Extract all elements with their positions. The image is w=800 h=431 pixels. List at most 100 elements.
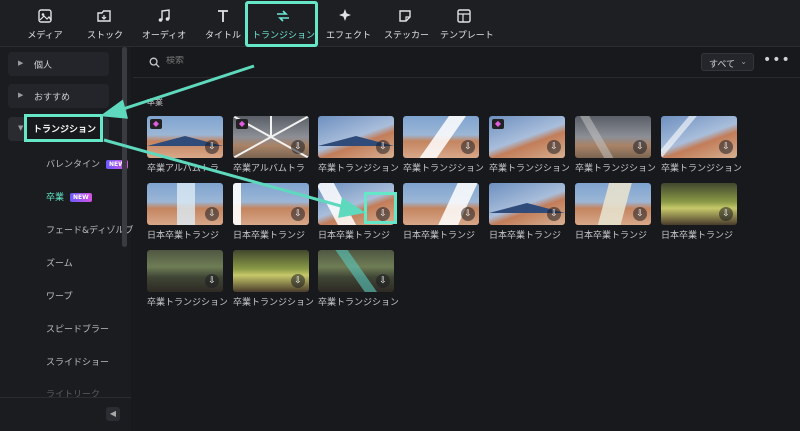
filter-dropdown[interactable]: すべて ⌄ [701,53,754,71]
transition-item[interactable]: ⇩ 卒業トランジション [318,116,398,174]
sidebar-item-label: ズーム [46,259,73,269]
sidebar-item-label: バレンタイン [46,160,101,170]
transition-item[interactable]: ⇩ 日本卒業トランジ [403,183,479,241]
download-icon[interactable]: ⇩ [376,274,390,288]
tab-label: オーディオ [141,31,187,41]
chevron-left-icon: ◀ [109,409,117,418]
thumbnail: ⇩ [575,116,651,158]
tab-sticker[interactable]: ステッカー [384,0,429,47]
thumbnail: ⇩ [318,250,394,292]
tab-title[interactable]: タイトル [204,0,242,47]
sidebar-item-slideshow[interactable]: スライドショー [46,355,109,368]
sidebar-section-label: トランジション [33,125,97,135]
tab-media[interactable]: メディア [27,0,63,47]
sidebar-section-recommended[interactable]: ▶ おすすめ [8,84,109,108]
media-icon [38,9,52,23]
download-icon[interactable]: ⇩ [291,274,305,288]
download-icon[interactable]: ⇩ [461,207,475,221]
sidebar-item-zoom[interactable]: ズーム [46,256,73,269]
item-caption: 日本卒業トランジ [403,231,476,241]
thumbnail: ⇩ [147,183,223,225]
item-caption: 日本卒業トランジ [575,231,648,241]
transition-item[interactable]: ⇩ 日本卒業トランジ [489,183,565,241]
transition-item[interactable]: ◆ ⇩ 卒業トランジション [489,116,569,174]
transition-item[interactable]: ⇩ 日本卒業トランジ [147,183,223,241]
thumb-art [318,183,362,225]
sidebar-item-label: ワープ [46,292,73,302]
thumbnail: ◆ ⇩ [489,116,565,158]
more-options-button[interactable]: ••• [763,52,791,68]
search-icon [149,57,160,68]
sidebar-item-label: 卒業 [46,193,65,203]
transition-item[interactable]: ⇩ 日本卒業トランジ [575,183,651,241]
transition-item[interactable]: ◆ ⇩ 卒業アルバムトラ [147,116,223,174]
sidebar-item-graduation[interactable]: 卒業 NEW [46,190,92,203]
thumbnail: ⇩ [147,250,223,292]
sidebar-item-label: ライトリーク [46,390,101,400]
top-toolbar: メディア ストック オーディオ タイトル トランジション エフェクト ステッカー… [0,0,800,47]
tab-label: テンプレート [440,31,494,41]
transition-item[interactable]: ⇩ 日本卒業トランジ [661,183,737,241]
download-icon[interactable]: ⇩ [291,207,305,221]
download-icon[interactable]: ⇩ [547,140,561,154]
chevron-right-icon: ▶ [18,59,24,67]
chevron-down-icon: ⌄ [740,57,747,66]
transition-item[interactable]: ⇩ 卒業トランジション [233,250,313,308]
thumb-art [595,183,633,225]
transition-item[interactable]: ⇩ 卒業トランジション [575,116,655,174]
tab-template[interactable]: テンプレート [440,0,494,47]
transition-item[interactable]: ⇩ 卒業トランジション [318,250,398,308]
tab-stock[interactable]: ストック [87,0,123,47]
thumbnail: ⇩ [403,116,479,158]
thumb-art [661,116,697,158]
new-badge: NEW [70,193,92,202]
download-icon[interactable]: ⇩ [719,207,733,221]
category-sidebar: ▶ 個人 ▶ おすすめ ▼ バレンタイン NEW 卒業 NEW フェード&ディゾルブ… [0,47,133,431]
tab-effect[interactable]: エフェクト [326,0,371,47]
item-caption: 卒業トランジション [318,298,398,308]
transition-item[interactable]: ⇩ 卒業トランジション [403,116,483,174]
transition-item[interactable]: ◆ ⇩ 卒業アルバムトラ [233,116,309,174]
item-caption: 日本卒業トランジ [318,231,391,241]
download-icon[interactable]: ⇩ [376,140,390,154]
sidebar-item-warp[interactable]: ワープ [46,289,72,302]
download-icon[interactable]: ⇩ [461,140,475,154]
sidebar-item-valentine[interactable]: バレンタイン NEW [46,157,128,170]
thumbnail: ⇩ [575,183,651,225]
stock-icon [97,10,111,22]
divider [0,397,131,398]
sidebar-item-speed-blur[interactable]: スピードブラー [46,322,109,335]
search-input[interactable] [166,56,366,66]
thumbnail: ◆ ⇩ [233,116,309,158]
transition-item[interactable]: ⇩ 卒業トランジション [147,250,227,308]
transition-item[interactable]: ⇩ 日本卒業トランジ [233,183,309,241]
tab-audio[interactable]: オーディオ [141,0,187,47]
item-caption: 卒業トランジション [318,164,398,174]
template-icon [457,9,471,23]
download-icon[interactable]: ⇩ [205,274,219,288]
download-icon[interactable]: ⇩ [205,140,219,154]
tab-label: タイトル [204,31,241,41]
sidebar-section-label: おすすめ [34,93,71,103]
thumb-art [334,250,384,292]
item-caption: 日本卒業トランジ [233,231,306,241]
download-icon[interactable]: ⇩ [719,140,733,154]
transition-item[interactable]: ⇩ 卒業トランジション [661,116,741,174]
download-icon[interactable]: ⇩ [547,207,561,221]
sidebar-item-fade-dissolve[interactable]: フェード&ディゾルブ [46,223,133,236]
thumbnail: ⇩ [489,183,565,225]
item-caption: 日本卒業トランジ [661,231,734,241]
sidebar-item-light-leak[interactable]: ライトリーク [46,387,100,400]
title-icon [218,10,228,22]
sidebar-item-label: スライドショー [46,358,110,368]
item-caption: 卒業アルバムトラ [233,164,305,174]
download-icon[interactable]: ⇩ [205,207,219,221]
download-icon[interactable]: ⇩ [633,140,647,154]
sidebar-section-personal[interactable]: ▶ 個人 [8,52,109,76]
sidebar-scrollbar[interactable] [122,47,127,247]
thumb-art [177,183,195,225]
effect-icon [339,9,351,21]
collapse-sidebar-button[interactable]: ◀ [106,407,120,421]
download-icon[interactable]: ⇩ [633,207,647,221]
download-icon[interactable]: ⇩ [291,140,305,154]
